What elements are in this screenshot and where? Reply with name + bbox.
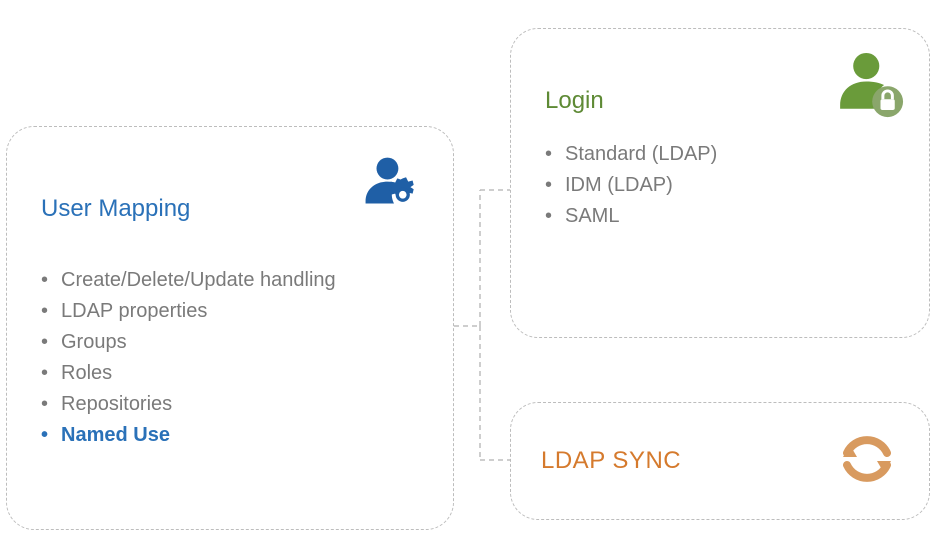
list-item: Repositories <box>41 389 423 420</box>
user-lock-icon <box>833 47 909 128</box>
list-item: Groups <box>41 327 423 358</box>
list-item: SAML <box>545 201 899 232</box>
login-items: Standard (LDAP) IDM (LDAP) SAML <box>545 139 899 232</box>
list-item: LDAP properties <box>41 296 423 327</box>
list-item: Create/Delete/Update handling <box>41 265 423 296</box>
ldap-sync-panel: LDAP SYNC <box>510 402 930 520</box>
user-gear-icon <box>359 151 429 226</box>
sync-icon <box>835 427 899 496</box>
list-item-named-use: Named Use <box>41 420 423 451</box>
login-panel: Login Standard (LDAP) IDM (LDAP) SAML <box>510 28 930 338</box>
user-mapping-items: Create/Delete/Update handling LDAP prope… <box>41 265 423 451</box>
ldap-sync-title: LDAP SYNC <box>541 447 681 475</box>
user-mapping-panel: User Mapping Create/Delete/Update handli… <box>6 126 454 530</box>
list-item: Standard (LDAP) <box>545 139 899 170</box>
list-item: IDM (LDAP) <box>545 170 899 201</box>
list-item: Roles <box>41 358 423 389</box>
